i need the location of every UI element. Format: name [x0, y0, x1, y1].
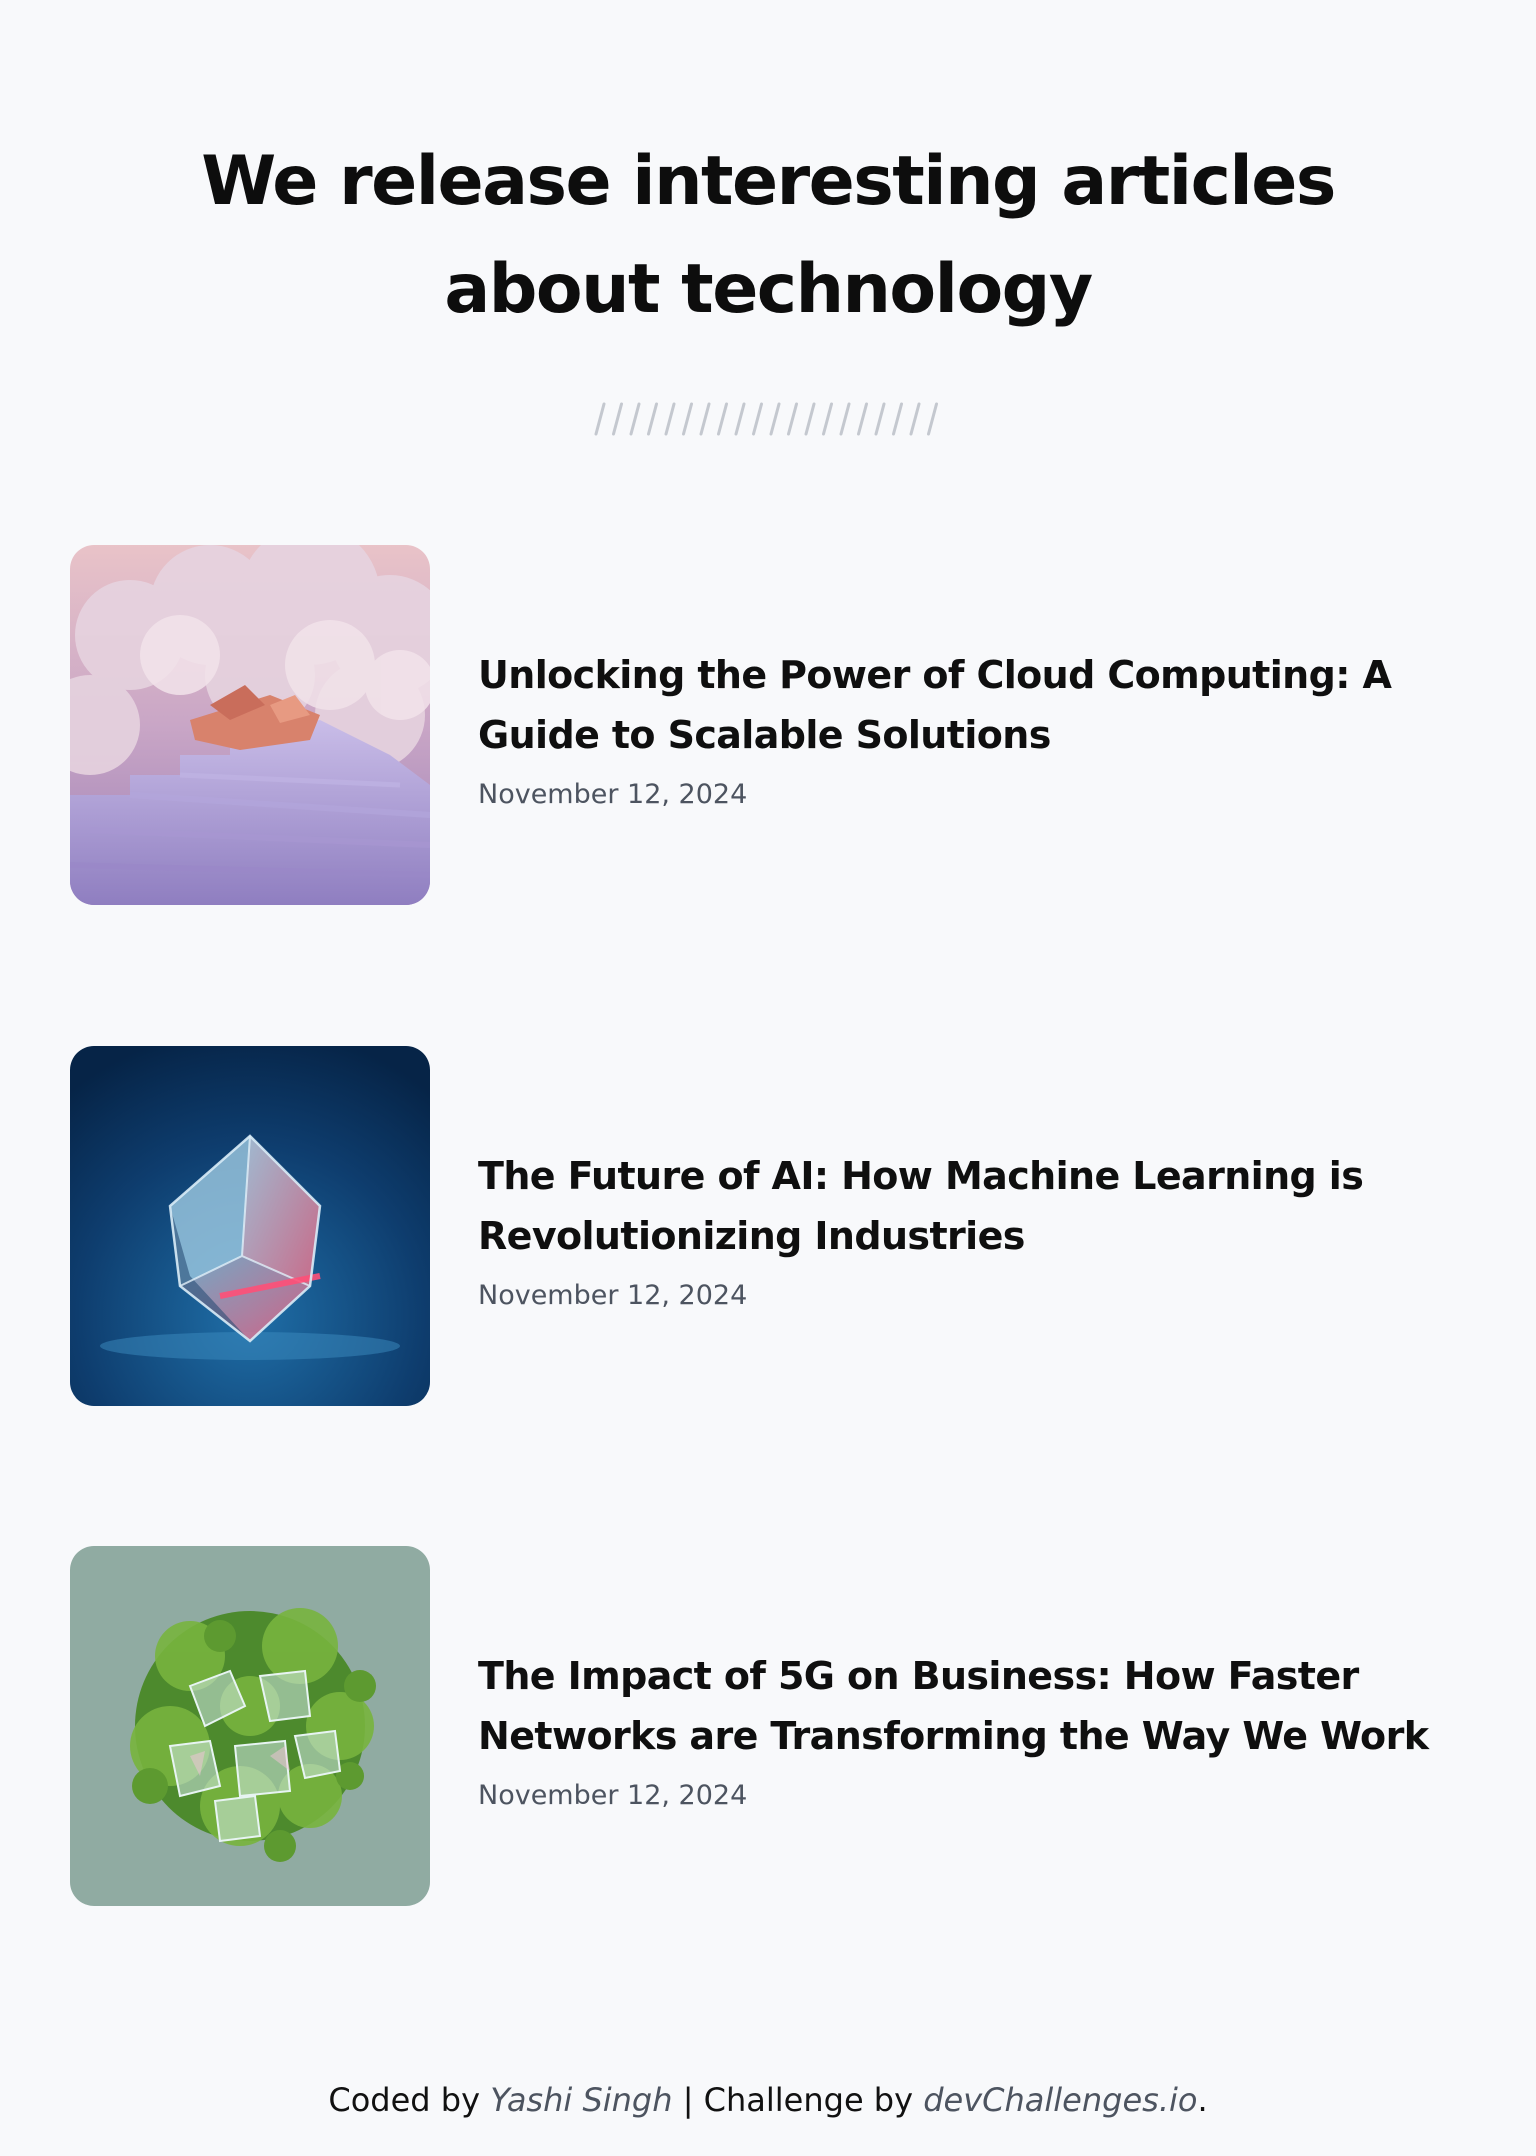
- footer-coded-by: Coded by: [328, 2081, 481, 2119]
- article-text: The Impact of 5G on Business: How Faster…: [478, 1646, 1478, 1816]
- article-title-link[interactable]: The Future of AI: How Machine Learning i…: [478, 1146, 1478, 1266]
- divider-stroke: [647, 402, 658, 436]
- divider-stroke: [699, 402, 711, 436]
- article-text: Unlocking the Power of Cloud Computing: …: [478, 645, 1478, 815]
- author-link[interactable]: Yashi Singh: [490, 2081, 672, 2119]
- divider-stroke: [909, 402, 921, 436]
- divider-stroke: [892, 402, 903, 436]
- article-date: November 12, 2024: [478, 779, 748, 810]
- divider-stroke: [787, 402, 798, 436]
- divider-stroke: [822, 402, 833, 436]
- divider-stroke: [857, 402, 868, 436]
- glass-cube-image: [70, 1046, 430, 1406]
- page: We release interesting articles about te…: [0, 0, 1536, 2156]
- article-card[interactable]: Unlocking the Power of Cloud Computing: …: [70, 545, 1470, 905]
- divider-stroke: [664, 402, 676, 436]
- footer-credit: Coded by Yashi Singh | Challenge by devC…: [0, 2076, 1536, 2124]
- article-title-link[interactable]: The Impact of 5G on Business: How Faster…: [478, 1646, 1478, 1766]
- article-thumbnail[interactable]: [70, 1546, 430, 1906]
- article-thumbnail[interactable]: [70, 545, 430, 905]
- article-card[interactable]: The Impact of 5G on Business: How Faster…: [70, 1546, 1470, 1906]
- clouds-staircase-image: [70, 545, 430, 905]
- article-thumbnail[interactable]: [70, 1046, 430, 1406]
- green-crystal-cluster-image: [70, 1546, 430, 1906]
- divider-stroke: [769, 402, 781, 436]
- divider-stroke: [629, 402, 641, 436]
- divider-stroke: [839, 402, 851, 436]
- divider-stroke: [752, 402, 763, 436]
- divider-stroke: [717, 402, 728, 436]
- divider-stroke: [612, 402, 623, 436]
- divider-stroke: [734, 402, 746, 436]
- article-date: November 12, 2024: [478, 1780, 748, 1811]
- page-title-line2: about technology: [444, 250, 1093, 329]
- devchallenges-link[interactable]: devChallenges.io: [923, 2081, 1197, 2119]
- footer-period: .: [1197, 2081, 1208, 2119]
- article-date: November 12, 2024: [478, 1280, 748, 1311]
- footer-challenge-by: | Challenge by: [682, 2081, 914, 2119]
- divider-stroke: [682, 402, 693, 436]
- divider-stroke: [927, 402, 938, 436]
- page-title: We release interesting articles about te…: [0, 128, 1536, 344]
- article-card[interactable]: The Future of AI: How Machine Learning i…: [70, 1046, 1470, 1406]
- hatched-divider: [594, 402, 938, 436]
- page-title-line1: We release interesting articles: [201, 142, 1336, 221]
- divider-stroke: [874, 402, 886, 436]
- article-title-link[interactable]: Unlocking the Power of Cloud Computing: …: [478, 645, 1478, 765]
- divider-stroke: [804, 402, 816, 436]
- article-text: The Future of AI: How Machine Learning i…: [478, 1146, 1478, 1316]
- divider-stroke: [594, 402, 606, 436]
